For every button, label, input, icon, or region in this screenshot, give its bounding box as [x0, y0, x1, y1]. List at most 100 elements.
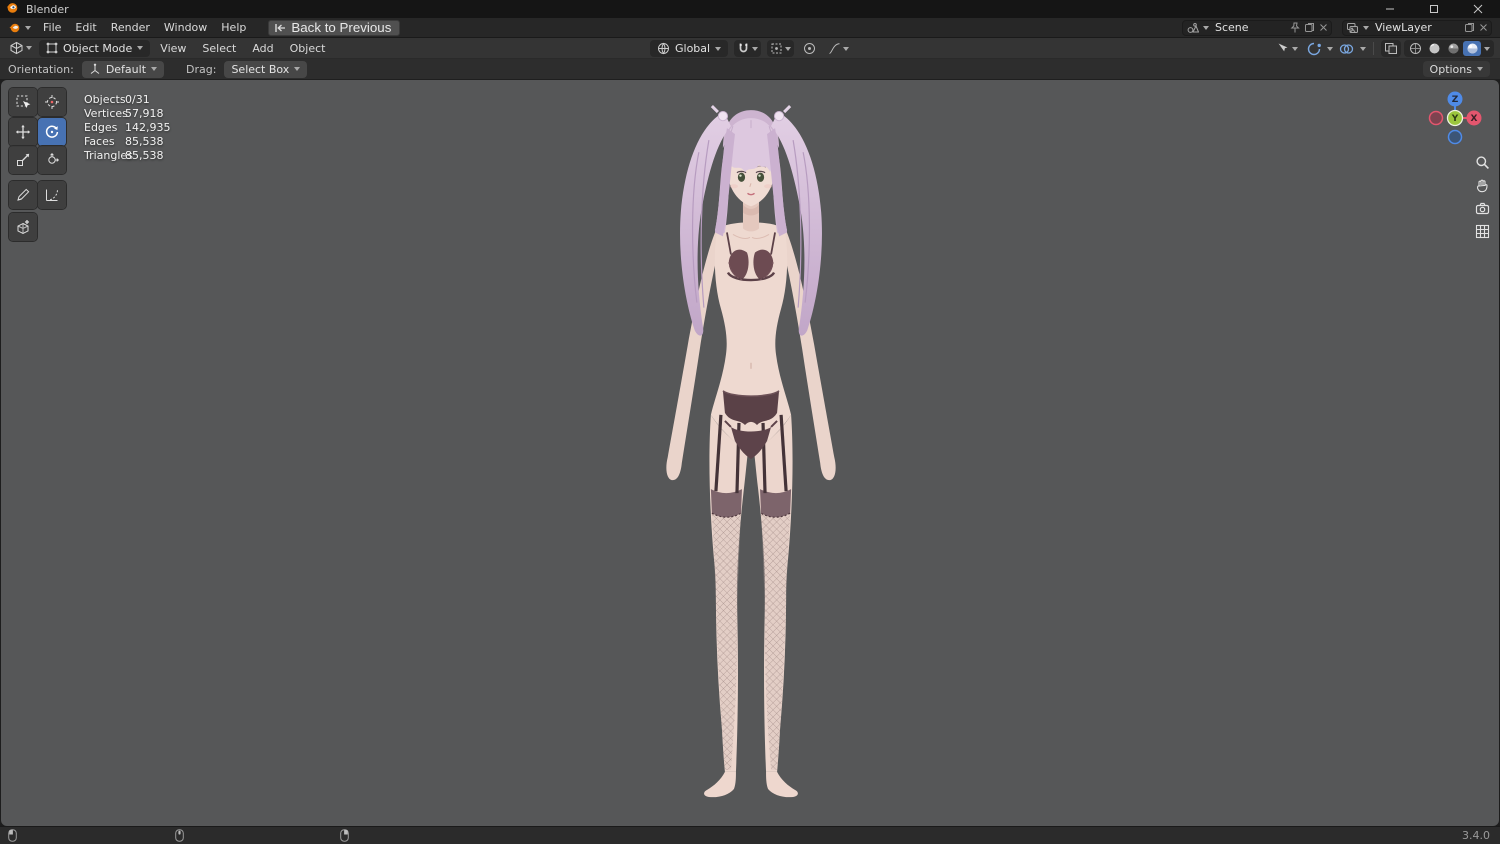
- viewlayer-name-field[interactable]: ViewLayer: [1373, 21, 1460, 34]
- viewlayer-selector[interactable]: ViewLayer: [1342, 19, 1492, 36]
- add-cube-icon: [17, 220, 29, 235]
- tool-cursor[interactable]: [38, 88, 66, 116]
- orientation-value: Default: [105, 62, 147, 76]
- blender-window: Blender File Edit Render Window Help Bac…: [0, 0, 1500, 844]
- pan-button[interactable]: [1472, 175, 1492, 195]
- scene-browse-icon[interactable]: [1186, 22, 1199, 34]
- new-scene-icon[interactable]: [1304, 22, 1315, 33]
- pin-icon[interactable]: [1290, 22, 1300, 33]
- scene-name-field[interactable]: Scene: [1213, 21, 1286, 34]
- close-button[interactable]: [1456, 0, 1500, 18]
- proportional-editing-toggle[interactable]: [800, 40, 819, 57]
- snap-toggle[interactable]: [734, 40, 762, 57]
- blender-logo-icon: [6, 1, 19, 17]
- orientation-dropdown[interactable]: Default: [81, 60, 165, 78]
- menu-object[interactable]: Object: [284, 40, 332, 57]
- magnifier-icon: [1475, 155, 1489, 169]
- viewport-display-cluster: [1273, 40, 1494, 57]
- zoom-button[interactable]: [1472, 152, 1492, 172]
- orientation-global-icon: [658, 42, 669, 55]
- stat-label: Edges: [84, 121, 118, 134]
- menu-select[interactable]: Select: [196, 40, 242, 57]
- menu-file[interactable]: File: [37, 19, 67, 36]
- tool-select-box[interactable]: [9, 88, 37, 116]
- measure-icon: [46, 189, 58, 201]
- rotate-icon: [45, 125, 59, 138]
- menu-add[interactable]: Add: [246, 40, 279, 57]
- mode-selector[interactable]: Object Mode: [39, 39, 151, 57]
- shading-material-button[interactable]: [1444, 41, 1462, 56]
- back-to-previous-label: Back to Previous: [291, 20, 392, 35]
- menu-view[interactable]: View: [154, 40, 192, 57]
- viewport-shading-group: [1404, 40, 1494, 57]
- shading-rendered-button[interactable]: [1463, 41, 1481, 56]
- chevron-down-icon: [26, 46, 32, 50]
- 3d-viewport[interactable]: Objects 0/31 Vertices 57,918 Edges 142,935 …: [1, 80, 1499, 826]
- 3d-cursor-icon: [45, 95, 59, 109]
- transform-icon: [48, 153, 59, 164]
- transform-orientation-selector[interactable]: Global: [650, 40, 729, 57]
- tool-annotate[interactable]: [9, 181, 37, 209]
- tool-settings-bar: Orientation: Default Drag: Select Box Op…: [0, 59, 1500, 80]
- back-to-previous-button[interactable]: Back to Previous: [268, 19, 401, 36]
- gizmo-x-label: X: [1471, 114, 1478, 124]
- drag-label: Drag:: [186, 62, 217, 76]
- menu-edit[interactable]: Edit: [69, 19, 102, 36]
- orientation-global-label: Global: [675, 42, 711, 55]
- drag-value: Select Box: [231, 62, 290, 76]
- editor-type-selector[interactable]: [6, 40, 35, 57]
- remove-viewlayer-icon[interactable]: [1479, 23, 1488, 32]
- options-dropdown[interactable]: Options: [1422, 61, 1490, 77]
- gizmo-axis-neg-z[interactable]: [1447, 129, 1463, 145]
- new-viewlayer-icon[interactable]: [1464, 22, 1475, 33]
- tool-add-cube[interactable]: [9, 213, 37, 241]
- chevron-down-icon: [25, 25, 31, 30]
- show-gizmo-toggle[interactable]: [1304, 40, 1324, 57]
- shading-solid-button[interactable]: [1425, 41, 1443, 56]
- separator: [1373, 42, 1374, 55]
- menu-render[interactable]: Render: [105, 19, 156, 36]
- maximize-button[interactable]: [1412, 0, 1456, 18]
- window-titlebar: Blender: [0, 0, 1500, 18]
- unlink-scene-icon[interactable]: [1319, 23, 1328, 32]
- stat-value: 0/31: [125, 93, 150, 106]
- toggle-xray-button[interactable]: [1381, 40, 1401, 57]
- camera-view-button[interactable]: [1472, 198, 1492, 218]
- chevron-down-icon: [294, 67, 301, 71]
- shading-options-dropdown[interactable]: [1484, 46, 1490, 51]
- chevron-down-icon[interactable]: [1327, 46, 1333, 51]
- tool-rotate[interactable]: [38, 118, 66, 146]
- viewlayer-browse-icon[interactable]: [1346, 22, 1359, 34]
- minimize-button[interactable]: [1368, 0, 1412, 18]
- menu-help[interactable]: Help: [215, 19, 252, 36]
- tool-move[interactable]: [9, 118, 37, 146]
- chevron-down-icon[interactable]: [1360, 46, 1366, 51]
- character-model[interactable]: [619, 82, 883, 808]
- object-mode-icon: [46, 42, 58, 54]
- select-box-icon: [16, 95, 31, 108]
- menu-window[interactable]: Window: [158, 19, 213, 36]
- status-bar: 3.4.0: [0, 826, 1500, 844]
- xray-icon: [1385, 43, 1397, 54]
- snap-target-selector[interactable]: [767, 40, 795, 57]
- tool-scale[interactable]: [9, 146, 37, 174]
- drag-dropdown[interactable]: Select Box: [224, 60, 308, 78]
- chevron-down-icon: [137, 46, 144, 50]
- gizmo-axis-neg-x[interactable]: [1428, 110, 1444, 126]
- viewport-nav-buttons: [1472, 152, 1492, 241]
- tool-measure[interactable]: [38, 181, 66, 209]
- options-label: Options: [1429, 62, 1472, 76]
- blender-app-menu[interactable]: [4, 22, 35, 34]
- stat-label: Objects: [84, 93, 126, 106]
- proportional-falloff-selector[interactable]: [825, 40, 852, 57]
- selectability-visibility-dropdown[interactable]: [1273, 40, 1301, 57]
- navigation-gizmo[interactable]: Z X Y: [1423, 86, 1487, 150]
- scene-selector[interactable]: Scene: [1182, 19, 1332, 36]
- gizmo-y-label: Y: [1451, 114, 1459, 124]
- tool-transform[interactable]: [38, 146, 66, 174]
- show-overlays-toggle[interactable]: [1336, 40, 1357, 57]
- window-title: Blender: [26, 2, 69, 16]
- stat-label: Triangles: [84, 149, 133, 162]
- shading-wireframe-button[interactable]: [1406, 41, 1424, 56]
- toggle-perspective-button[interactable]: [1472, 221, 1492, 241]
